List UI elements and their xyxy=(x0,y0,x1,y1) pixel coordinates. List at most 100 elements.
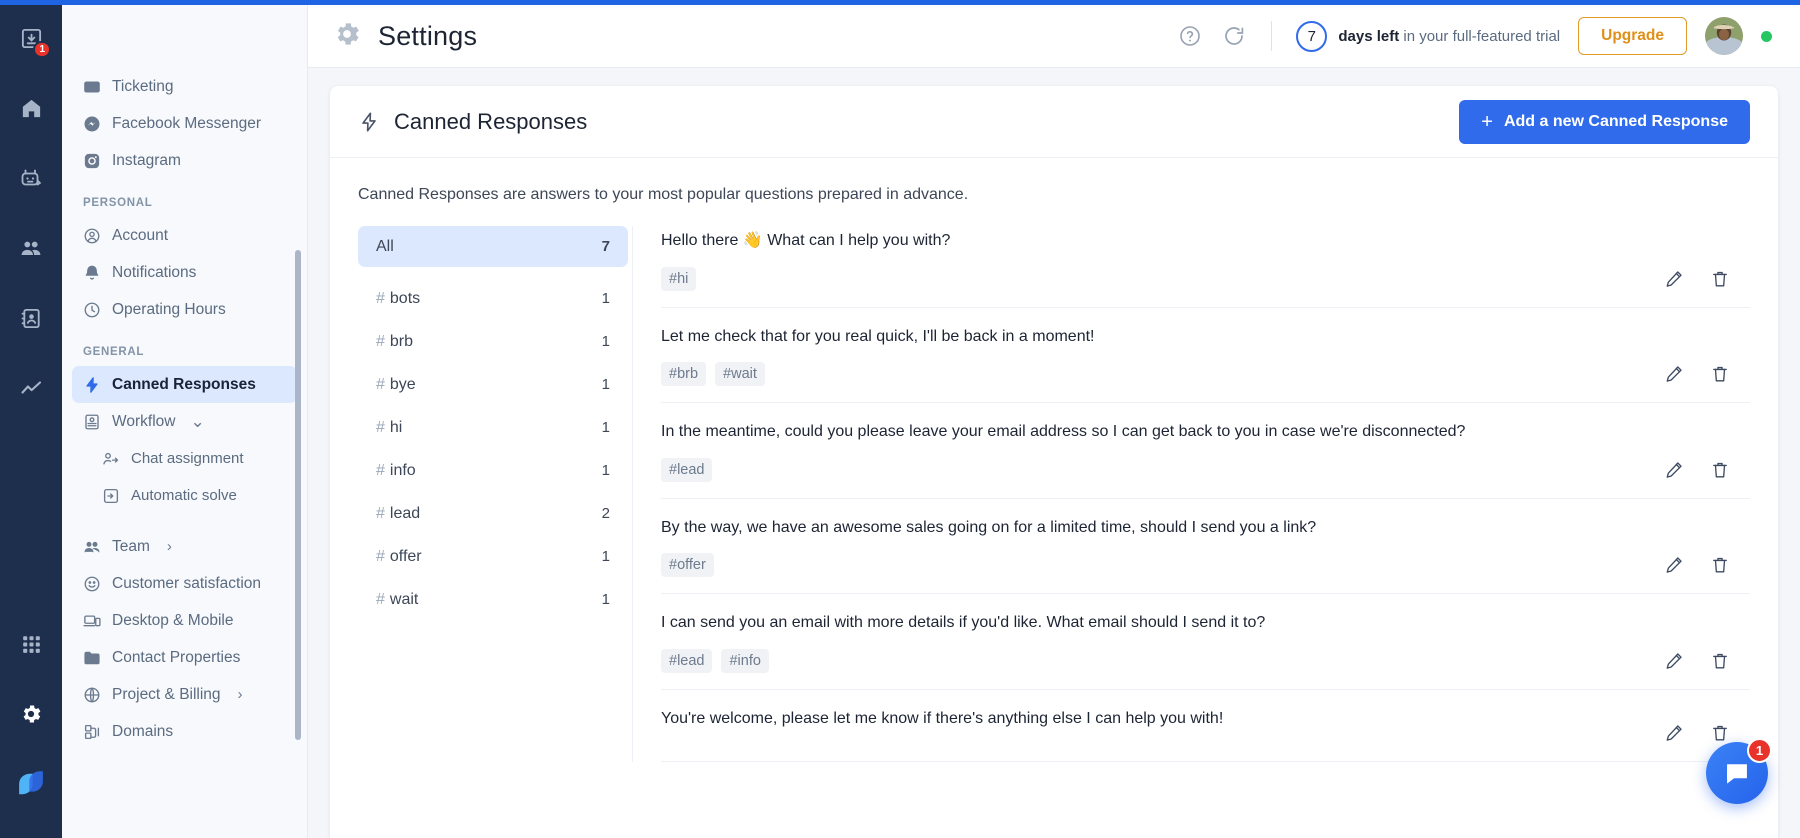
team-icon[interactable] xyxy=(9,226,53,270)
sidebar-item-automatic-solve[interactable]: Automatic solve xyxy=(72,477,297,514)
plus-icon: + xyxy=(1481,112,1493,132)
sidebar-item-account[interactable]: Account xyxy=(72,217,297,254)
tag-label: bye xyxy=(390,376,416,394)
upgrade-button[interactable]: Upgrade xyxy=(1578,17,1687,55)
chevron-right-icon[interactable]: › xyxy=(238,686,243,703)
sidebar-item-label: Automatic solve xyxy=(131,487,237,504)
autosolve-icon xyxy=(102,487,120,505)
canned-response-list: Hello there 👋 What can I help you with?#… xyxy=(632,226,1750,762)
sidebar-item-notifications[interactable]: Notifications xyxy=(72,254,297,291)
hash-icon: # xyxy=(376,333,385,351)
sidebar-item-customer-satisfaction[interactable]: Customer satisfaction xyxy=(72,565,297,602)
trash-icon[interactable] xyxy=(1710,723,1730,743)
sidebar-item-domains[interactable]: Domains xyxy=(72,713,297,750)
canned-response-actions xyxy=(1664,555,1730,575)
pencil-icon[interactable] xyxy=(1664,269,1684,289)
canned-response-tag[interactable]: #lead xyxy=(661,458,712,482)
refresh-icon[interactable] xyxy=(1221,23,1247,49)
tag-name-wrap: # bye xyxy=(376,376,416,394)
sidebar-item-workflow[interactable]: Workflow⌄ xyxy=(72,403,297,440)
pencil-icon[interactable] xyxy=(1664,723,1684,743)
chevron-down-icon[interactable]: ⌄ xyxy=(190,417,204,427)
sidebar-item-project-billing[interactable]: Project & Billing › xyxy=(72,676,297,713)
trial-rest-label: in your full-featured trial xyxy=(1403,28,1560,45)
sidebar-item-facebook-messenger[interactable]: Facebook Messenger xyxy=(72,105,297,142)
hash-icon: # xyxy=(376,419,385,437)
trash-icon[interactable] xyxy=(1710,364,1730,384)
trash-icon[interactable] xyxy=(1710,651,1730,671)
canned-response-row: In the meantime, could you please leave … xyxy=(661,403,1750,499)
chatbot-icon[interactable] xyxy=(9,156,53,200)
trash-icon[interactable] xyxy=(1710,269,1730,289)
canned-response-tag[interactable]: #wait xyxy=(715,362,765,386)
pencil-icon[interactable] xyxy=(1664,651,1684,671)
archive-icon[interactable]: 1 xyxy=(9,16,53,60)
canned-response-tags: #offer xyxy=(661,553,1620,577)
tag-name-wrap: #lead xyxy=(376,505,420,523)
sidebar-item-label: Operating Hours xyxy=(112,301,226,319)
tag-filter-hi[interactable]: #hi1 xyxy=(358,407,628,448)
apps-grid-icon[interactable] xyxy=(9,622,53,666)
chevron-right-icon[interactable]: › xyxy=(167,538,172,555)
canned-response-tag[interactable]: #offer xyxy=(661,553,714,577)
chat-bubble-icon xyxy=(1723,759,1751,787)
canned-response-text: I can send you an email with more detail… xyxy=(661,612,1620,634)
canned-response-tag[interactable]: #lead xyxy=(661,649,712,673)
sidebar-item-label: Desktop & Mobile xyxy=(112,612,233,630)
sidebar-item-label: Domains xyxy=(112,723,173,741)
sidebar-item-label: Project & Billing xyxy=(112,686,221,704)
pencil-icon[interactable] xyxy=(1664,555,1684,575)
canned-response-tag[interactable]: #hi xyxy=(661,267,696,291)
sidebar-item-canned-responses[interactable]: Canned Responses xyxy=(72,366,297,403)
chat-widget-badge: 1 xyxy=(1747,738,1772,763)
chat-widget-button[interactable]: 1 xyxy=(1706,742,1768,804)
help-circle-icon[interactable] xyxy=(1177,23,1203,49)
sidebar-item-label: Team xyxy=(112,538,150,556)
settings-nav-sidebar: TicketingFacebook MessengerInstagramPERS… xyxy=(62,0,308,838)
tag-filter-offer[interactable]: #offer1 xyxy=(358,536,628,577)
sidebar-item-chat-assignment[interactable]: Chat assignment xyxy=(72,440,297,477)
add-button-label: Add a new Canned Response xyxy=(1504,113,1728,131)
pencil-icon[interactable] xyxy=(1664,364,1684,384)
bolt-icon xyxy=(83,376,101,394)
tag-count: 1 xyxy=(602,376,610,393)
sidebar-item-instagram[interactable]: Instagram xyxy=(72,142,297,179)
trash-icon[interactable] xyxy=(1710,460,1730,480)
analytics-icon[interactable] xyxy=(9,366,53,410)
tag-filter-bye[interactable]: # bye 1 xyxy=(358,364,628,405)
trial-notice: 7 days left in your full-featured trial xyxy=(1296,21,1560,52)
hash-icon: # xyxy=(376,505,385,523)
sidebar-item-team[interactable]: Team › xyxy=(72,528,297,565)
avatar[interactable] xyxy=(1705,17,1743,55)
add-canned-response-button[interactable]: + Add a new Canned Response xyxy=(1459,100,1750,144)
domains-icon xyxy=(83,723,101,741)
canned-response-actions xyxy=(1664,723,1730,743)
sidebar-item-ticketing[interactable]: Ticketing xyxy=(72,68,297,105)
hash-icon: # xyxy=(376,376,385,394)
sidebar-item-contact-properties[interactable]: Contact Properties xyxy=(72,639,297,676)
tag-filter-wait[interactable]: #wait1 xyxy=(358,579,628,620)
tag-filter-All[interactable]: All7 xyxy=(358,226,628,267)
trash-icon[interactable] xyxy=(1710,555,1730,575)
tag-filter-bots[interactable]: #bots1 xyxy=(358,278,628,319)
tag-filter-info[interactable]: #info1 xyxy=(358,450,628,491)
tag-filter-lead[interactable]: #lead2 xyxy=(358,493,628,534)
tag-label: brb xyxy=(390,333,413,351)
tag-filter-brb[interactable]: #brb1 xyxy=(358,321,628,362)
sidebar-item-desktop-mobile[interactable]: Desktop & Mobile xyxy=(72,602,297,639)
canned-response-tag[interactable]: #brb xyxy=(661,362,706,386)
sidebar-item-operating-hours[interactable]: Operating Hours xyxy=(72,291,297,328)
brand-logo[interactable] xyxy=(9,762,53,806)
canned-response-row: Hello there 👋 What can I help you with?#… xyxy=(661,226,1750,308)
header-left-group: Settings xyxy=(308,19,477,54)
settings-gear-icon[interactable] xyxy=(9,692,53,736)
archive-badge: 1 xyxy=(33,41,51,58)
card-description: Canned Responses are answers to your mos… xyxy=(330,158,1778,226)
canned-response-row: Let me check that for you real quick, I'… xyxy=(661,308,1750,404)
pencil-icon[interactable] xyxy=(1664,460,1684,480)
sidebar-scrollbar[interactable] xyxy=(295,250,301,740)
sidebar-item-label: Customer satisfaction xyxy=(112,575,261,593)
canned-response-tag[interactable]: #info xyxy=(721,649,768,673)
home-icon[interactable] xyxy=(9,86,53,130)
contacts-icon[interactable] xyxy=(9,296,53,340)
